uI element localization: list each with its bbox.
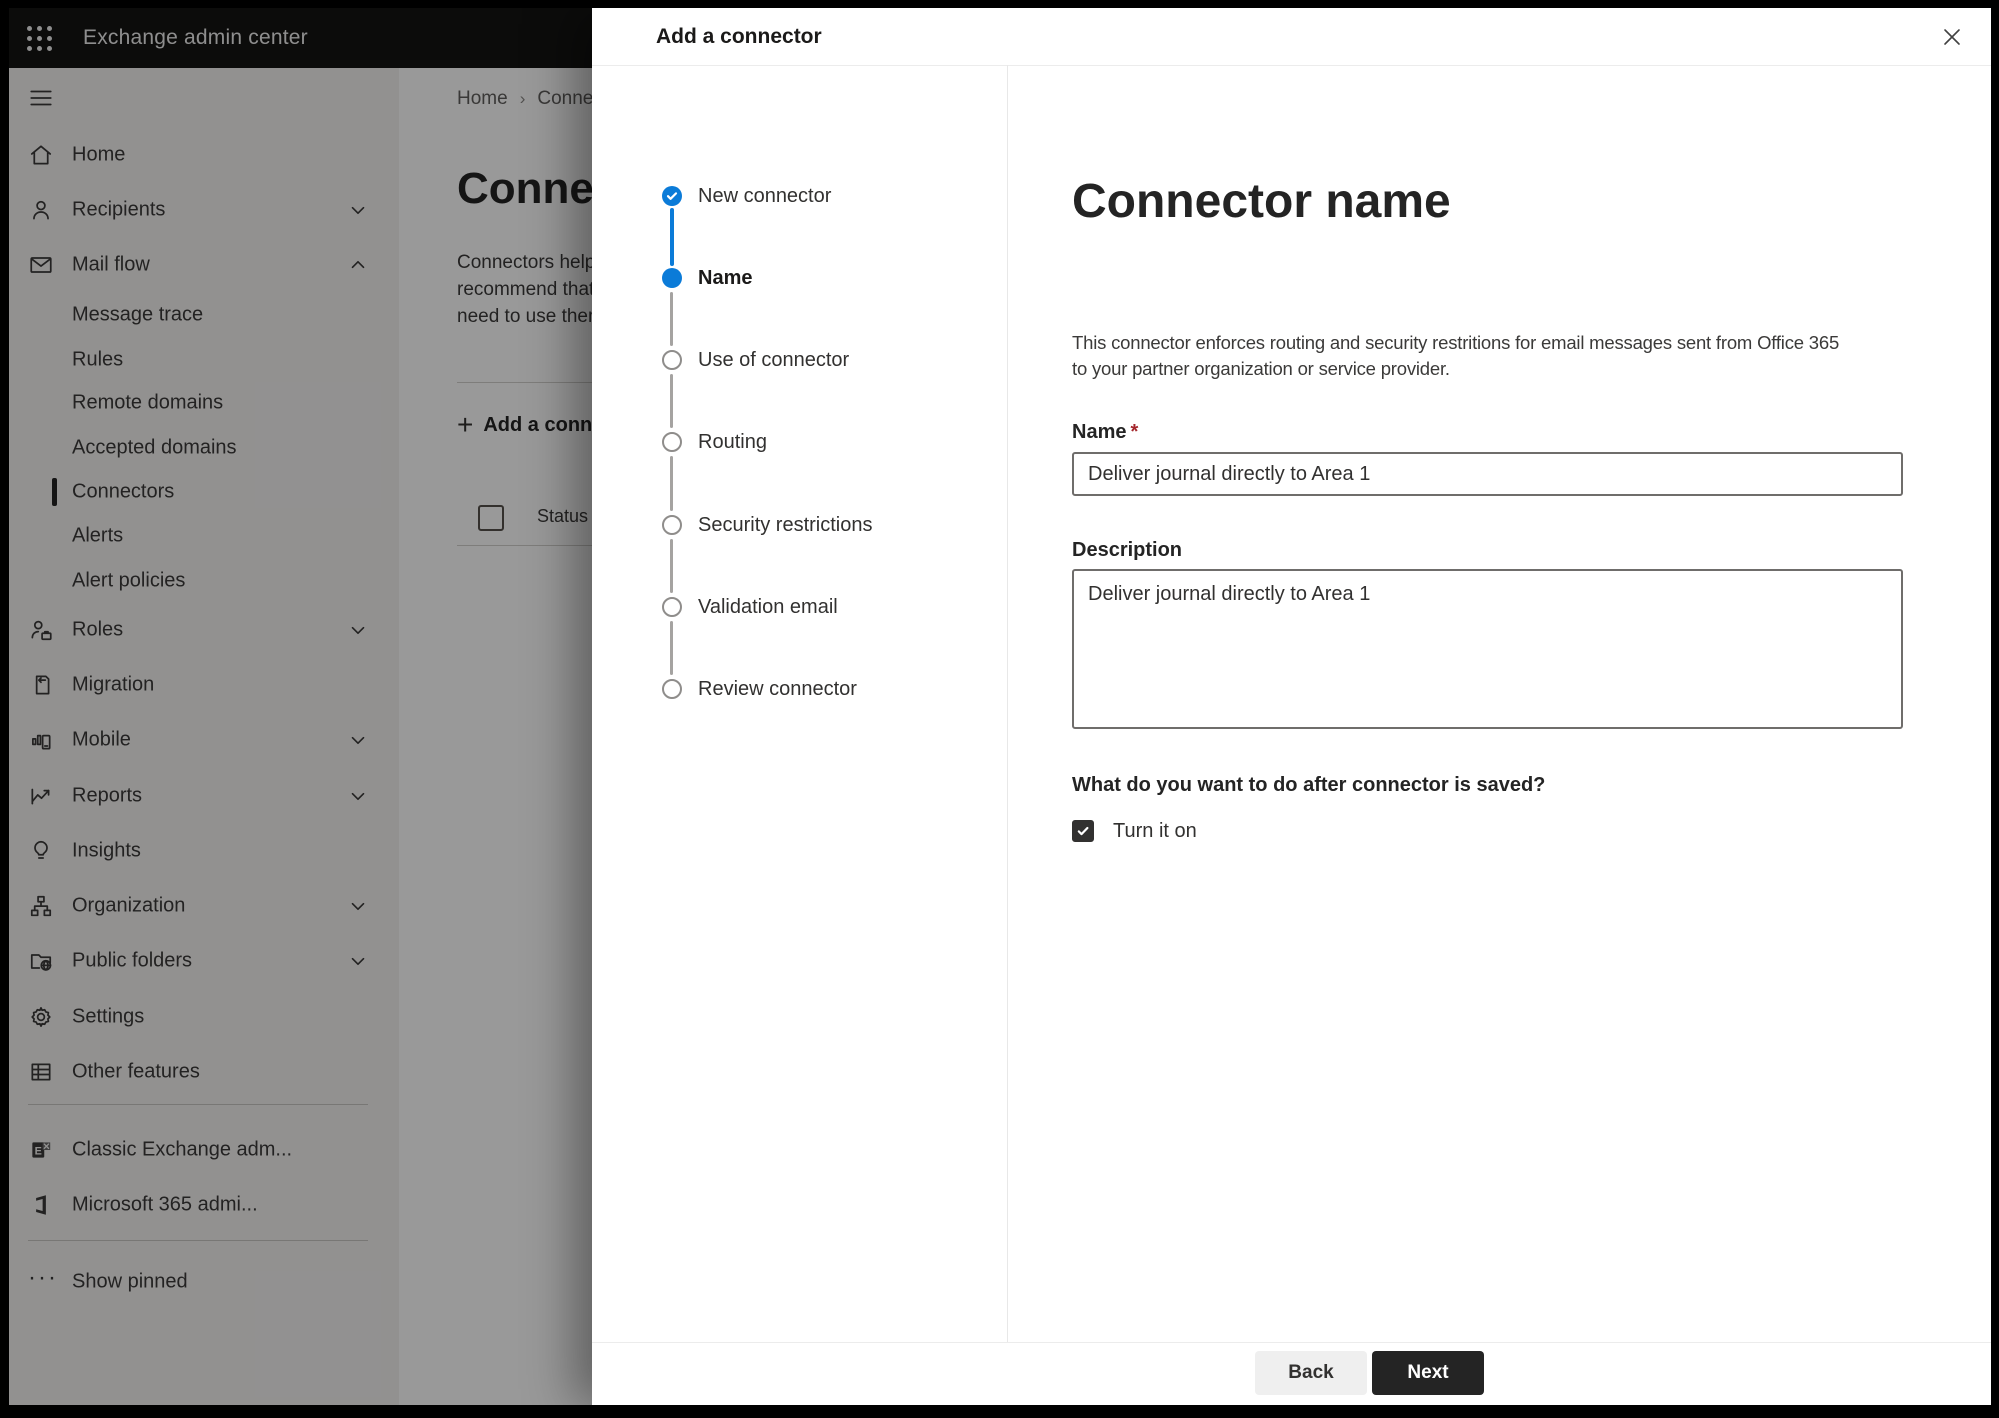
step-upcoming-dot [662, 597, 682, 617]
step-review-connector[interactable]: Review connector [592, 675, 1007, 703]
description-input[interactable]: Deliver journal directly to Area 1 [1072, 569, 1903, 729]
turn-it-on-checkbox[interactable]: Turn it on [1072, 818, 1197, 844]
name-input[interactable] [1072, 452, 1903, 496]
step-connector-line [670, 292, 673, 346]
step-security-restrictions[interactable]: Security restrictions [592, 511, 1007, 539]
step-connector-line [670, 374, 673, 428]
add-connector-dialog: Add a connector New connector Name Use o… [592, 8, 1991, 1405]
checkbox-checked-icon [1072, 820, 1094, 842]
close-button[interactable] [1935, 20, 1969, 54]
after-save-question: What do you want to do after connector i… [1072, 774, 1546, 796]
dialog-header: Add a connector [592, 8, 1991, 66]
name-field-label: Name * [1072, 421, 1139, 443]
next-button[interactable]: Next [1372, 1351, 1484, 1395]
step-validation-email[interactable]: Validation email [592, 593, 1007, 621]
required-mark: * [1130, 421, 1139, 443]
step-new-connector[interactable]: New connector [592, 182, 1007, 210]
step-upcoming-dot [662, 515, 682, 535]
app-window: Exchange admin center Home Recipients Ma… [9, 8, 1991, 1405]
back-button[interactable]: Back [1255, 1351, 1367, 1395]
step-use-of-connector[interactable]: Use of connector [592, 346, 1007, 374]
step-upcoming-dot [662, 350, 682, 370]
step-upcoming-dot [662, 432, 682, 452]
step-connector-line [670, 539, 673, 593]
step-name[interactable]: Name [592, 264, 1007, 292]
step-current-dot [662, 268, 682, 288]
description-field-label: Description [1072, 539, 1183, 561]
wizard-steps: New connector Name Use of connector Rout… [592, 65, 1008, 1343]
step-complete-icon [662, 186, 682, 206]
step-routing[interactable]: Routing [592, 428, 1007, 456]
step-page-description: This connector enforces routing and secu… [1072, 332, 1840, 379]
dialog-footer: Back Next [592, 1342, 1991, 1405]
step-page-title: Connector name [1072, 175, 1451, 228]
step-connector-line [670, 621, 673, 675]
step-connector-line [670, 208, 674, 266]
dialog-title: Add a connector [656, 25, 822, 48]
step-connector-line [670, 456, 673, 511]
close-icon [1944, 29, 1960, 45]
step-upcoming-dot [662, 679, 682, 699]
